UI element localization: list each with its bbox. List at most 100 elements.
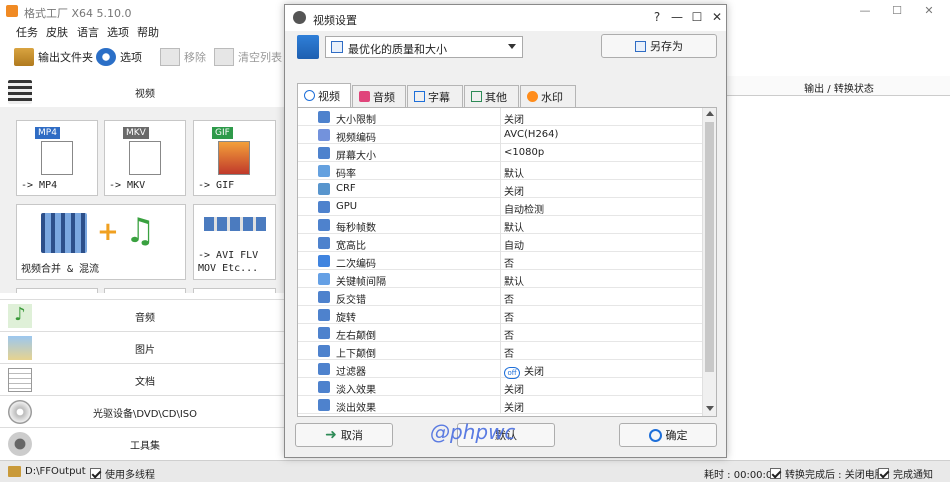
settings-row[interactable]: 宽高比 自动 xyxy=(298,234,702,252)
setting-name: 左右颠倒 xyxy=(336,331,376,342)
settings-row[interactable]: 视频编码 AVC(H264) xyxy=(298,126,702,144)
dialog-maximize-button[interactable]: ☐ xyxy=(687,10,707,26)
setting-icon xyxy=(318,147,330,159)
settings-row[interactable]: CRF 关闭 xyxy=(298,180,702,198)
elapsed-time: 耗时 : 00:00:00 xyxy=(704,466,779,481)
category-video[interactable]: 视频 xyxy=(0,76,290,107)
tile-more-1[interactable] xyxy=(16,288,98,293)
setting-value[interactable]: 否 xyxy=(504,327,514,342)
tab-subtitle-label: 字幕 xyxy=(428,90,450,104)
setting-icon xyxy=(318,381,330,393)
setting-value[interactable]: 关闭 xyxy=(504,399,524,414)
ok-label: 确定 xyxy=(665,429,688,442)
notify-checkbox[interactable]: 完成通知 xyxy=(878,466,933,481)
tab-subtitle[interactable]: 字幕 xyxy=(407,85,463,107)
settings-row[interactable]: 淡出效果 关闭 xyxy=(298,396,702,414)
tile-more-3[interactable] xyxy=(193,288,276,293)
cancel-button[interactable]: ➜ 取消 xyxy=(295,423,393,447)
menu-language[interactable]: 语言 xyxy=(77,24,99,40)
setting-value[interactable]: 关闭 xyxy=(504,183,524,198)
settings-row[interactable]: 旋转 否 xyxy=(298,306,702,324)
setting-value[interactable]: 自动 xyxy=(504,237,524,252)
mp4-file-icon xyxy=(41,141,73,175)
column-divider xyxy=(500,126,501,144)
save-as-button[interactable]: 另存为 xyxy=(601,34,717,58)
tab-other-label: 其他 xyxy=(485,90,507,104)
video-settings-table: 大小限制 关闭 视频编码 AVC(H264) 屏幕大小 <1080p 码率 默认 CRF 关闭 GP… xyxy=(297,107,717,417)
setting-value[interactable]: 默认 xyxy=(504,273,524,288)
setting-value[interactable]: 否 xyxy=(504,309,514,324)
tile-merge[interactable]: ♫ + 视频合并 & 混流 xyxy=(16,204,186,280)
tile-gif[interactable]: GIF -> GIF xyxy=(193,120,276,196)
folder-icon xyxy=(8,466,21,477)
column-divider xyxy=(500,324,501,342)
setting-value[interactable]: 默认 xyxy=(504,219,524,234)
dialog-close-button[interactable]: ✕ xyxy=(707,10,727,26)
maximize-button[interactable]: ☐ xyxy=(886,4,908,20)
setting-value[interactable]: off 关闭 xyxy=(504,363,544,379)
settings-row[interactable]: 上下颠倒 否 xyxy=(298,342,702,360)
setting-value[interactable]: 自动检测 xyxy=(504,201,544,216)
settings-row[interactable]: GPU 自动检测 xyxy=(298,198,702,216)
setting-name: 淡出效果 xyxy=(336,403,376,414)
settings-row[interactable]: 关键帧间隔 默认 xyxy=(298,270,702,288)
minimize-button[interactable]: — xyxy=(854,4,876,20)
menu-skin[interactable]: 皮肤 xyxy=(46,24,68,40)
column-divider xyxy=(500,144,501,162)
settings-row[interactable]: 屏幕大小 <1080p xyxy=(298,144,702,162)
tile-avi[interactable]: -> AVI FLV MOV Etc... xyxy=(193,204,276,280)
notify-label: 完成通知 xyxy=(893,470,933,481)
setting-value[interactable]: 否 xyxy=(504,291,514,306)
category-image[interactable]: 图片 xyxy=(0,331,290,363)
close-button[interactable]: ✕ xyxy=(918,4,940,20)
column-divider xyxy=(500,270,501,288)
setting-value[interactable]: 关闭 xyxy=(504,381,524,396)
menu-options[interactable]: 选项 xyxy=(107,24,129,40)
ok-button[interactable]: 确定 xyxy=(619,423,717,447)
tile-mkv[interactable]: MKV -> MKV xyxy=(104,120,186,196)
tile-mp4[interactable]: MP4 -> MP4 xyxy=(16,120,98,196)
chevron-down-icon xyxy=(508,44,516,49)
settings-row[interactable]: 反交错 否 xyxy=(298,288,702,306)
settings-row[interactable]: 过滤器 off 关闭 xyxy=(298,360,702,379)
setting-value[interactable]: 关闭 xyxy=(504,111,524,126)
setting-value[interactable]: 默认 xyxy=(504,165,524,180)
settings-row[interactable]: 每秒帧数 默认 xyxy=(298,216,702,234)
preset-select[interactable]: 最优化的质量和大小 xyxy=(325,36,523,58)
menu-task[interactable]: 任务 xyxy=(16,24,38,40)
settings-row[interactable]: 二次编码 否 xyxy=(298,252,702,270)
output-path[interactable]: D:\FFOutput xyxy=(8,466,86,477)
clear-list-button[interactable]: 清空列表 xyxy=(214,48,282,66)
setting-value[interactable]: 否 xyxy=(504,345,514,360)
category-document[interactable]: 文档 xyxy=(0,363,290,395)
column-divider xyxy=(500,306,501,324)
multithread-label: 使用多线程 xyxy=(105,470,155,481)
multithread-checkbox[interactable]: 使用多线程 xyxy=(90,466,155,481)
scroll-thumb[interactable] xyxy=(705,122,714,372)
tab-watermark[interactable]: 水印 xyxy=(520,85,576,107)
tile-more-2[interactable] xyxy=(104,288,186,293)
category-disc[interactable]: 光驱设备\DVD\CD\ISO xyxy=(0,395,290,427)
menu-help[interactable]: 帮助 xyxy=(137,24,159,40)
settings-row[interactable]: 大小限制 关闭 xyxy=(298,108,702,126)
setting-value[interactable]: <1080p xyxy=(504,147,544,158)
remove-button[interactable]: 移除 xyxy=(160,48,206,66)
dialog-minimize-button[interactable]: — xyxy=(667,10,687,26)
options-button[interactable]: 选项 xyxy=(96,48,142,66)
output-folder-button[interactable]: 输出文件夹 xyxy=(14,48,93,66)
category-tools[interactable]: 工具集 xyxy=(0,427,290,459)
tab-audio[interactable]: 音频 xyxy=(352,85,406,107)
category-document-label: 文档 xyxy=(135,377,155,388)
vertical-scrollbar[interactable] xyxy=(702,108,716,416)
setting-value[interactable]: AVC(H264) xyxy=(504,129,558,140)
dialog-help-button[interactable]: ? xyxy=(647,10,667,26)
music-note-icon: ♫ xyxy=(125,211,156,251)
after-convert-checkbox[interactable]: 转换完成后 : 关闭电脑 xyxy=(770,466,885,481)
setting-value[interactable]: 否 xyxy=(504,255,514,270)
tab-video[interactable]: 视频 xyxy=(297,83,351,107)
settings-row[interactable]: 淡入效果 关闭 xyxy=(298,378,702,396)
category-audio[interactable]: ♪ 音频 xyxy=(0,299,290,331)
settings-row[interactable]: 码率 默认 xyxy=(298,162,702,180)
tab-other[interactable]: 其他 xyxy=(464,85,519,107)
settings-row[interactable]: 左右颠倒 否 xyxy=(298,324,702,342)
